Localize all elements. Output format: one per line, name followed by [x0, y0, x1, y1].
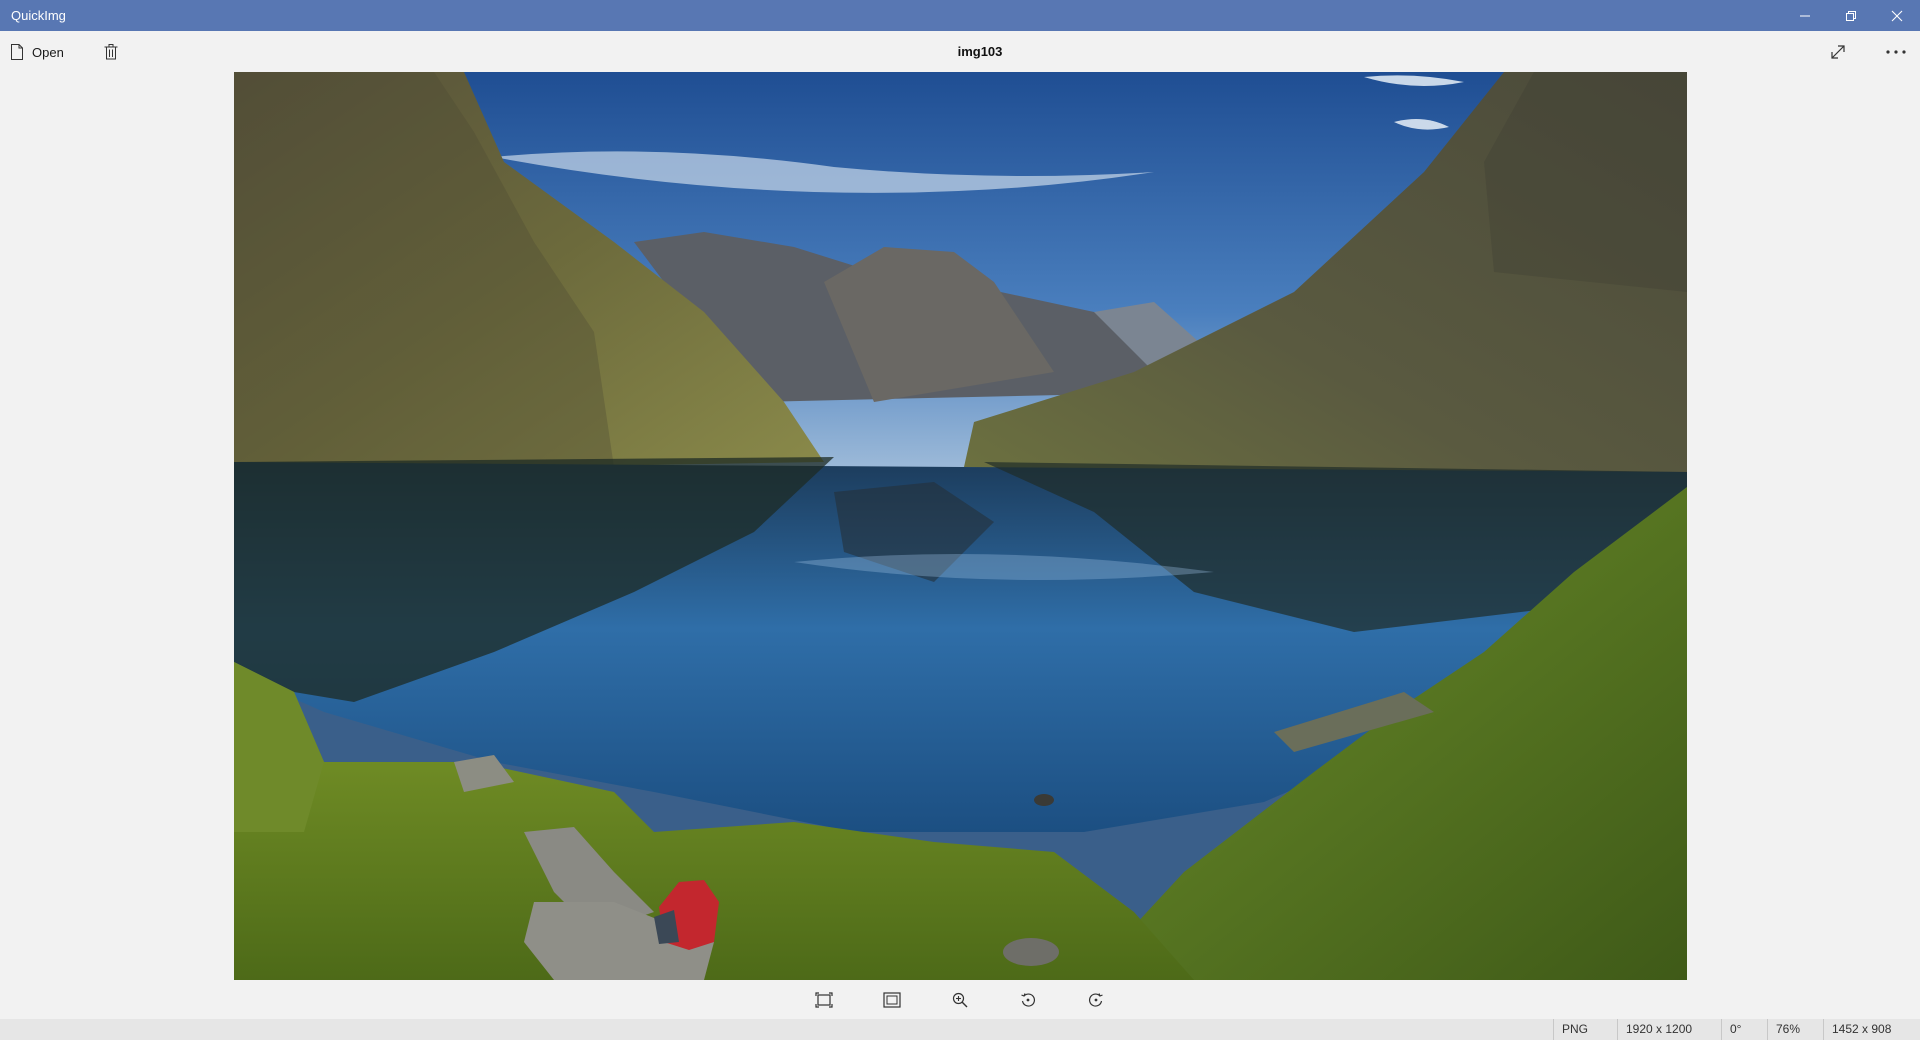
status-format: PNG: [1553, 1019, 1617, 1040]
rotate-left-icon: [1021, 993, 1036, 1007]
minimize-icon: [1800, 15, 1810, 16]
status-bar: PNG 1920 x 1200 0° 76% 1452 x 908: [0, 1019, 1920, 1040]
status-view-dimensions: 1452 x 908: [1823, 1019, 1920, 1040]
app-title: QuickImg: [11, 8, 66, 23]
actual-size-button[interactable]: [879, 988, 905, 1012]
fit-to-window-button[interactable]: [811, 988, 837, 1012]
fit-screen-icon: [815, 992, 833, 1008]
restore-icon: [1846, 10, 1856, 21]
more-ellipsis-icon: [1886, 50, 1906, 54]
view-controls: [0, 985, 1920, 1015]
title-bar: QuickImg: [0, 0, 1920, 31]
rotate-right-button[interactable]: [1083, 988, 1109, 1012]
status-zoom: 76%: [1767, 1019, 1823, 1040]
minimize-button[interactable]: [1782, 0, 1828, 31]
expand-icon: [1831, 45, 1845, 59]
restore-button[interactable]: [1828, 0, 1874, 31]
toolbar: Open img103: [0, 31, 1920, 72]
status-rotation: 0°: [1721, 1019, 1767, 1040]
image-viewer[interactable]: [234, 72, 1687, 980]
landscape-photo: [234, 72, 1687, 980]
file-name-title: img103: [957, 44, 1003, 59]
zoom-in-icon: [952, 992, 968, 1008]
rotate-right-icon: [1088, 993, 1103, 1007]
rotate-left-button[interactable]: [1015, 988, 1041, 1012]
more-options-button[interactable]: [1882, 40, 1910, 64]
actual-size-icon: [883, 992, 901, 1008]
status-image-dimensions: 1920 x 1200: [1617, 1019, 1721, 1040]
fullscreen-button[interactable]: [1826, 40, 1850, 64]
close-button[interactable]: [1874, 0, 1920, 31]
zoom-in-button[interactable]: [947, 988, 973, 1012]
close-icon: [1891, 10, 1903, 21]
